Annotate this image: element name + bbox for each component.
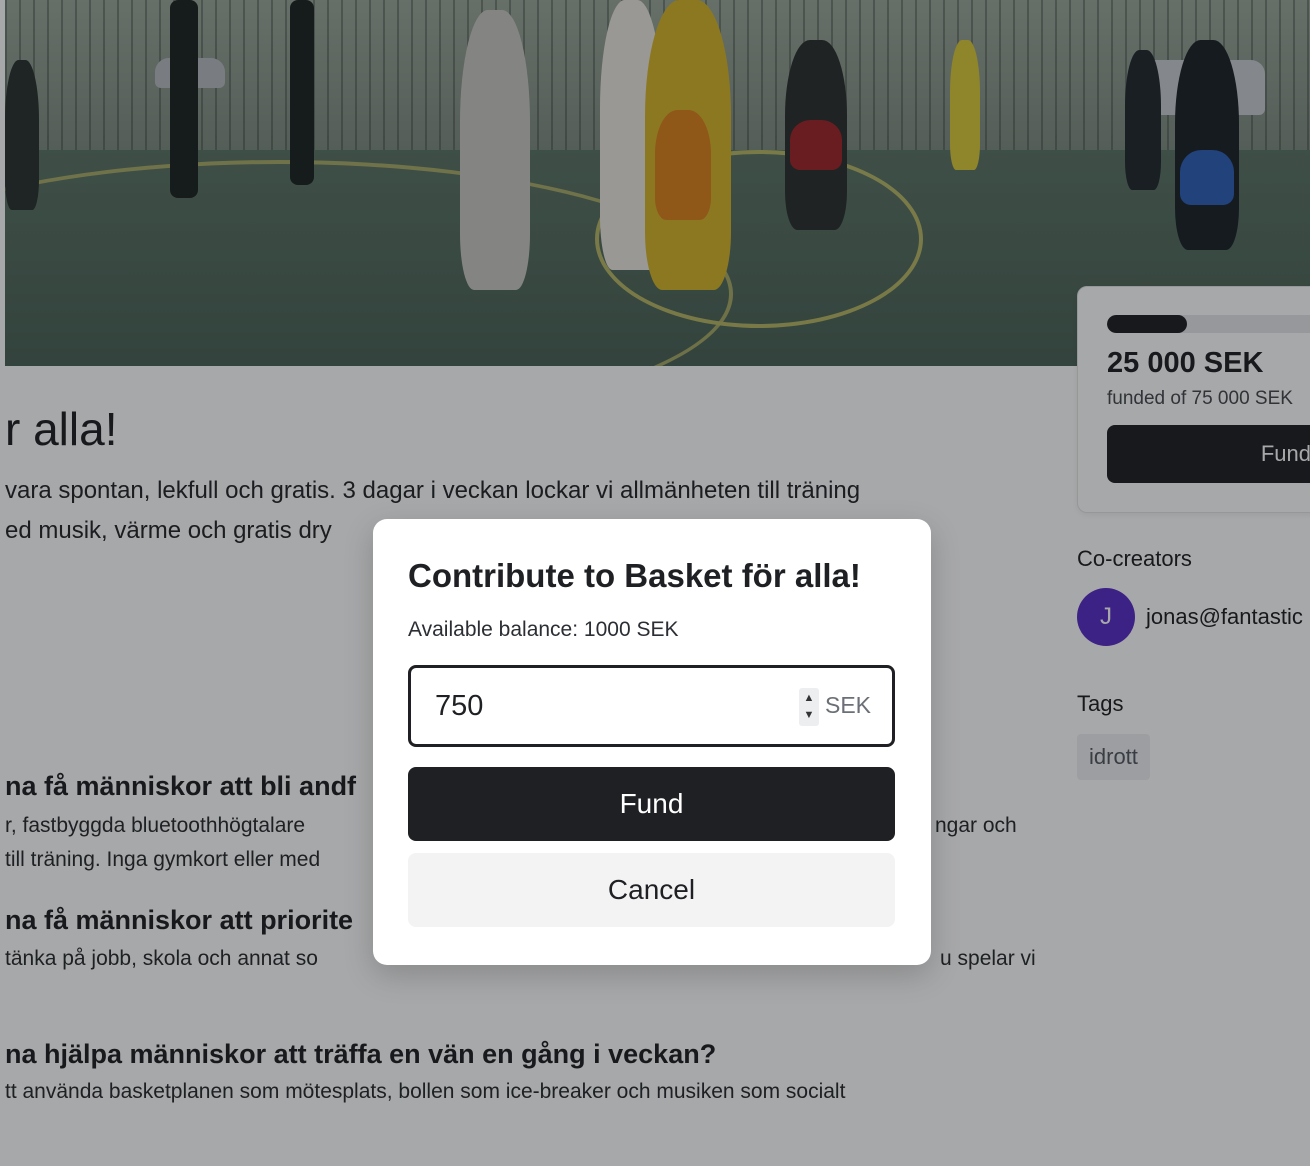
project-page: r alla! vara spontan, lekfull och gratis… — [0, 0, 1310, 1166]
quantity-stepper[interactable]: ▲ ▼ — [799, 688, 819, 726]
modal-fund-button[interactable]: Fund — [408, 767, 895, 841]
available-balance: Available balance: 1000 SEK — [408, 618, 679, 641]
chevron-down-icon[interactable]: ▼ — [799, 708, 819, 722]
chevron-up-icon[interactable]: ▲ — [799, 691, 819, 705]
modal-title: Contribute to Basket för alla! — [408, 557, 861, 594]
contribute-modal: Contribute to Basket för alla! Available… — [373, 519, 931, 965]
amount-input[interactable] — [435, 684, 775, 728]
amount-unit: SEK — [825, 692, 872, 718]
amount-field[interactable]: ▲ ▼ SEK — [408, 665, 895, 747]
modal-cancel-button[interactable]: Cancel — [408, 853, 895, 927]
